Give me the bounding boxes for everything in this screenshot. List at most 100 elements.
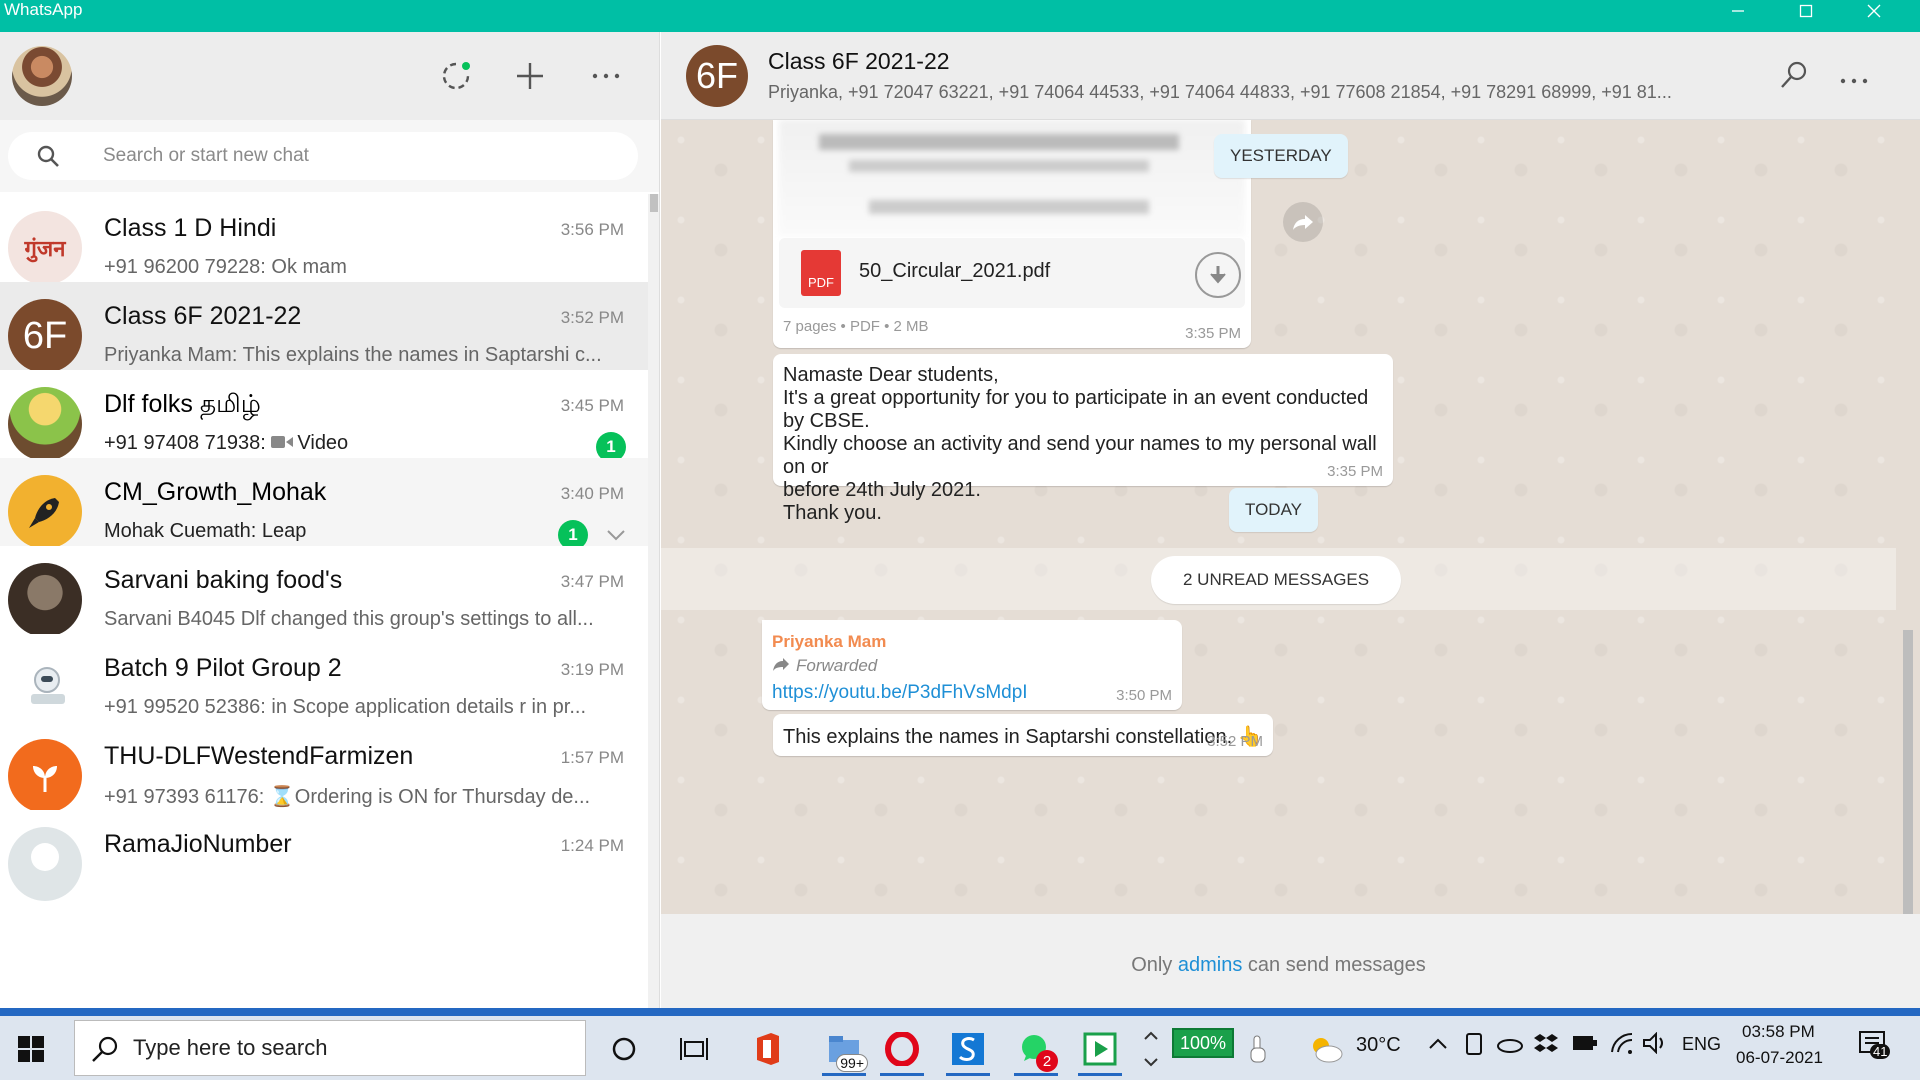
menu-icon[interactable] (1839, 72, 1869, 90)
clock-date[interactable]: 06-07-2021 (1736, 1048, 1823, 1068)
chevron-down-icon[interactable] (606, 528, 626, 546)
notification-count: 41 (1870, 1044, 1891, 1059)
footer-text: Only admins can send messages (661, 954, 1896, 977)
robot-icon (31, 667, 65, 704)
group-title: Class 6F 2021-22 (768, 48, 950, 74)
avatar (8, 739, 82, 813)
notification-count-badge: 99+ (836, 1054, 868, 1072)
windows-start-icon[interactable] (18, 1036, 44, 1067)
message-link[interactable]: https://youtu.be/P3dFhVsMdpI (772, 682, 1028, 704)
chat-item-ramajionumber[interactable]: RamaJioNumber 1:24 PM (0, 810, 648, 918)
status-icon[interactable] (438, 58, 474, 94)
opera-icon[interactable] (876, 1022, 928, 1076)
search-icon (91, 1035, 119, 1068)
volume-icon[interactable] (1642, 1031, 1668, 1059)
language-indicator[interactable]: ENG (1682, 1034, 1721, 1055)
chat-name: THU-DLFWestendFarmizen (104, 742, 414, 770)
sway-icon[interactable] (942, 1022, 994, 1076)
active-underline (1014, 1073, 1058, 1076)
message-area: PDF 50_Circular_2021.pdf 7 pages • PDF •… (661, 120, 1896, 914)
windows-taskbar: Type here to search 99+ 2 100% 30°C ENG (0, 1008, 1920, 1080)
whatsapp-taskbar-icon[interactable]: 2 (1010, 1022, 1062, 1076)
chat-name: Sarvani baking food's (104, 566, 343, 594)
search-bar (0, 120, 659, 192)
chat-name: Batch 9 Pilot Group 2 (104, 654, 342, 682)
unread-banner: 2 UNREAD MESSAGES (661, 548, 1896, 610)
default-avatar-icon (31, 843, 59, 871)
group-avatar[interactable]: 6F (686, 45, 748, 107)
office-icon[interactable] (742, 1022, 794, 1076)
taskbar-search[interactable]: Type here to search (74, 1020, 586, 1076)
file-explorer-icon[interactable]: 99+ (818, 1022, 870, 1076)
new-chat-icon[interactable] (512, 58, 548, 94)
group-avatar-text: 6F (695, 55, 738, 96)
message-line: Namaste Dear students, (783, 364, 999, 386)
document-message[interactable]: PDF 50_Circular_2021.pdf 7 pages • PDF •… (773, 120, 1251, 348)
search-box[interactable] (8, 132, 638, 180)
device-icon[interactable] (1464, 1032, 1484, 1061)
media-player-icon[interactable] (1074, 1022, 1126, 1076)
maximize-button[interactable] (1772, 0, 1840, 22)
conversation-pane: 6F Class 6F 2021-22 Priyanka, +91 72047 … (661, 32, 1920, 1008)
footer-prefix: Only (1131, 954, 1178, 976)
notification-center-icon[interactable]: 41 (1858, 1030, 1891, 1065)
chat-name: Class 6F 2021-22 (104, 302, 302, 330)
search-input[interactable] (103, 132, 623, 180)
taskbar-search-placeholder: Type here to search (133, 1035, 328, 1060)
battery-icon[interactable] (1572, 1034, 1598, 1057)
footer-suffix: can send messages (1242, 954, 1426, 976)
chat-list-pane: गुंजन Class 1 D Hindi 3:56 PM +91 96200 … (0, 32, 660, 1008)
download-icon[interactable] (1195, 252, 1241, 298)
temperature-text[interactable]: 30°C (1356, 1034, 1401, 1057)
message-line: Kindly choose an activity and send your … (783, 433, 1377, 478)
message-time: 3:35 PM (1185, 325, 1241, 342)
text-message[interactable]: Namaste Dear students, It's a great oppo… (773, 354, 1393, 524)
chevron-up-icon[interactable] (1428, 1036, 1448, 1055)
taskbar-scroll-arrows[interactable] (1136, 1022, 1166, 1076)
chat-preview: Priyanka Mam: This explains the names in… (104, 344, 602, 366)
cortana-icon[interactable] (598, 1022, 650, 1076)
document-preview (779, 120, 1245, 236)
touch-icon[interactable] (1240, 1022, 1276, 1076)
whatsapp-unread-badge: 2 (1036, 1050, 1058, 1072)
chat-list-scrollbar[interactable] (648, 194, 659, 1008)
scrollbar-thumb[interactable] (1903, 630, 1913, 914)
admins-link[interactable]: admins (1178, 954, 1242, 976)
rocket-icon (29, 498, 59, 528)
minimize-button[interactable] (1704, 0, 1772, 22)
chat-preview: +91 96200 79228: Ok mam (104, 256, 347, 278)
text-message[interactable]: This explains the names in Saptarshi con… (773, 714, 1273, 756)
active-underline (1078, 1073, 1122, 1076)
task-view-icon[interactable] (668, 1022, 720, 1076)
avatar-logo-text: गुंजन (24, 237, 66, 262)
wifi-icon[interactable] (1610, 1032, 1634, 1059)
active-underline (946, 1073, 990, 1076)
document-file-row[interactable]: PDF 50_Circular_2021.pdf (779, 238, 1245, 308)
document-filename: 50_Circular_2021.pdf (859, 260, 1051, 282)
avatar (8, 651, 82, 725)
active-underline (880, 1073, 924, 1076)
message-scrollbar[interactable] (1896, 120, 1920, 914)
close-button[interactable] (1840, 0, 1908, 22)
search-icon[interactable] (1779, 60, 1809, 95)
forward-icon[interactable] (1283, 202, 1323, 242)
dropbox-icon[interactable] (1534, 1032, 1558, 1059)
avatar (8, 563, 82, 637)
clock-time[interactable]: 03:58 PM (1742, 1022, 1815, 1042)
group-members: Priyanka, +91 72047 63221, +91 74064 445… (768, 82, 1672, 102)
date-separator-today: TODAY (1229, 488, 1318, 532)
sprout-icon (33, 766, 57, 792)
forwarded-label: Forwarded (772, 656, 877, 676)
menu-icon[interactable] (588, 58, 624, 94)
scrollbar-thumb[interactable] (650, 194, 658, 212)
chat-time: 3:19 PM (560, 660, 624, 679)
message-time: 3:50 PM (1116, 687, 1172, 704)
forwarded-link-message[interactable]: Priyanka Mam Forwarded https://youtu.be/… (762, 620, 1182, 710)
battery-percent-widget[interactable]: 100% (1172, 1028, 1234, 1058)
onedrive-icon[interactable] (1496, 1034, 1524, 1059)
active-underline (822, 1073, 866, 1076)
message-time: 3:52 PM (1207, 733, 1263, 750)
weather-icon[interactable] (1300, 1022, 1350, 1076)
profile-avatar[interactable] (12, 46, 72, 106)
conversation-header[interactable]: 6F Class 6F 2021-22 Priyanka, +91 72047 … (661, 32, 1920, 120)
